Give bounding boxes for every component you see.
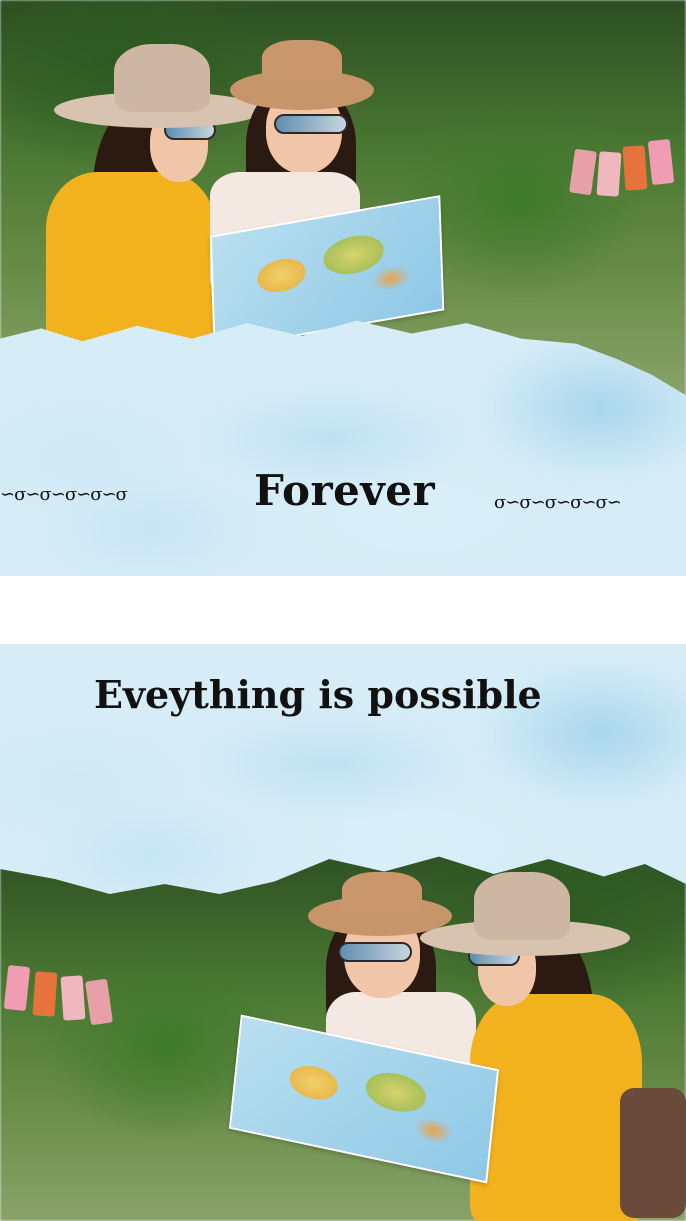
backpack [620,1088,686,1218]
prayer-flag [596,151,622,197]
possible-title: Eveything is possible [94,672,542,717]
prayer-flag [60,975,86,1021]
bottom-panel: Eveything is possible [0,644,686,1221]
sunglasses [274,114,348,134]
prayer-flag [32,971,58,1017]
prayer-flag [3,964,31,1012]
fedora-crown [342,872,422,916]
travelers-photo-bottom [0,844,686,1221]
sun-hat-crown [474,872,570,940]
prayer-flag [622,145,648,191]
sunglasses [338,942,412,962]
divider-band [0,576,686,644]
sun-hat-crown [114,44,210,112]
scroll-ornament-icon: σ∽σ∽σ∽σ∽σ∽ [494,492,622,513]
scroll-ornament-icon: ∽σ∽σ∽σ∽σ∽σ [0,484,128,505]
prayer-flag [647,138,675,186]
forever-title: Forever [254,466,436,515]
watercolor-wash-top [0,320,686,576]
top-panel: ∽σ∽σ∽σ∽σ∽σ σ∽σ∽σ∽σ∽σ∽ Forever [0,0,686,576]
yellow-sweater [470,994,642,1221]
fedora-crown [262,40,342,84]
